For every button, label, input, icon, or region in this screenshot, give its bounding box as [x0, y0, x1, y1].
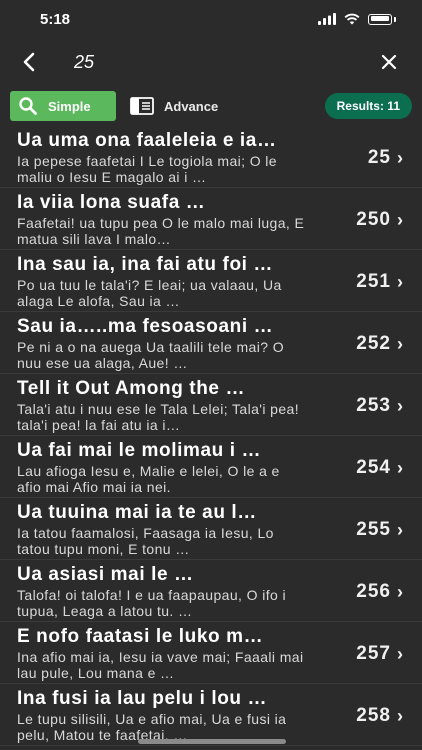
item-title: Ua uma ona faaleleia e ia…	[17, 130, 277, 151]
item-number-group: 257 ›	[334, 643, 404, 665]
list-item[interactable]: Ia viia lona suafa … Faafetai! ua tupu pe…	[0, 188, 422, 250]
chevron-right-icon: ›	[397, 457, 404, 478]
chevron-right-icon: ›	[397, 271, 404, 292]
filter-bar: Simple Advance Results: 11	[0, 88, 422, 124]
results-badge: Results: 11	[324, 93, 412, 119]
search-icon	[19, 97, 37, 115]
search-input[interactable]	[72, 50, 378, 74]
close-icon[interactable]	[378, 51, 400, 73]
item-number-group: 255 ›	[334, 519, 404, 541]
item-number: 251	[356, 271, 391, 292]
item-title: Ua asiasi mai le …	[17, 564, 194, 585]
item-number-group: 253 ›	[334, 395, 404, 417]
item-number: 256	[356, 581, 391, 602]
advance-label: Advance	[164, 98, 219, 114]
results-list: Ua uma ona faaleleia e ia… Ia pepese faaf…	[0, 126, 422, 746]
list-item[interactable]: Ina sau ia, ina fai atu foi … Po ua tuu l…	[0, 250, 422, 312]
battery-tip	[394, 16, 396, 22]
list-item[interactable]: Tell it Out Among the … Tala'i atu i nuu …	[0, 374, 422, 436]
chevron-right-icon: ›	[397, 333, 404, 354]
simple-search-button[interactable]: Simple	[10, 91, 116, 121]
item-number: 253	[356, 395, 391, 416]
item-number-group: 25 ›	[334, 147, 404, 169]
item-preview: Ina afio mai ia, Iesu ia vave mai; Faaal…	[17, 649, 304, 681]
item-number-group: 254 ›	[334, 457, 404, 479]
item-preview: Lau afioga Iesu e, Malie e lelei, O le a…	[17, 463, 280, 495]
item-number-group: 250 ›	[334, 209, 404, 231]
item-preview: Pe ni a o na auega Ua taalili tele mai? …	[17, 339, 284, 371]
item-title: Ua fai mai le molimau i …	[17, 440, 262, 461]
chevron-right-icon: ›	[397, 581, 404, 602]
item-preview: Tala'i atu i nuu ese le Tala Lelei; Tala…	[17, 401, 300, 433]
list-item[interactable]: Ua asiasi mai le … Talofa! oi talofa! I e…	[0, 560, 422, 622]
home-indicator	[138, 739, 286, 744]
simple-label: Simple	[48, 98, 91, 114]
item-number-group: 251 ›	[334, 271, 404, 293]
item-title: Ua tuuina mai ia te au l…	[17, 502, 257, 523]
item-preview: Ia tatou faamalosi, Faasaga ia Iesu, Lo …	[17, 525, 274, 557]
status-bar: 5:18	[0, 0, 422, 38]
chevron-right-icon: ›	[397, 147, 404, 168]
item-number: 257	[356, 643, 391, 664]
list-item[interactable]: E nofo faatasi le luko m… Ina afio mai ia…	[0, 622, 422, 684]
chevron-right-icon: ›	[397, 209, 404, 230]
chevron-right-icon: ›	[397, 395, 404, 416]
item-title: Ia viia lona suafa …	[17, 192, 206, 213]
item-number: 255	[356, 519, 391, 540]
battery-icon	[368, 13, 392, 25]
advance-search-button[interactable]: Advance	[130, 97, 218, 115]
wifi-icon	[344, 13, 360, 25]
status-time: 5:18	[40, 10, 71, 28]
item-number: 254	[356, 457, 391, 478]
list-item[interactable]: Ua fai mai le molimau i … Lau afioga Iesu…	[0, 436, 422, 498]
signal-icon	[318, 13, 336, 25]
item-preview: Ia pepese faafetai I Le togiola mai; O l…	[17, 153, 277, 185]
item-title: Ina fusi ia lau pelu i lou …	[17, 688, 268, 709]
chevron-right-icon: ›	[397, 643, 404, 664]
back-arrow-icon[interactable]	[18, 50, 42, 74]
list-item[interactable]: Ina fusi ia lau pelu i lou … Le tupu sili…	[0, 684, 422, 746]
list-item[interactable]: Ua uma ona faaleleia e ia… Ia pepese faaf…	[0, 126, 422, 188]
item-title: Ina sau ia, ina fai atu foi …	[17, 254, 274, 275]
item-number-group: 258 ›	[334, 705, 404, 727]
search-bar	[0, 38, 422, 86]
advance-icon	[130, 97, 154, 115]
chevron-right-icon: ›	[397, 519, 404, 540]
list-item[interactable]: Ua tuuina mai ia te au l… Ia tatou faamal…	[0, 498, 422, 560]
chevron-right-icon: ›	[397, 705, 404, 726]
item-number: 25	[367, 147, 391, 168]
item-number: 258	[356, 705, 391, 726]
item-title: E nofo faatasi le luko m…	[17, 626, 264, 647]
item-preview: Po ua tuu le tala'i? E leai; ua valaau, …	[17, 277, 282, 309]
item-title: Tell it Out Among the …	[17, 378, 246, 399]
item-preview: Faafetai! ua tupu pea O le malo mai luga…	[17, 215, 305, 247]
status-icons	[318, 13, 396, 25]
item-number-group: 252 ›	[334, 333, 404, 355]
item-preview: Talofa! oi talofa! I e ua faapaupau, O i…	[17, 587, 286, 619]
item-number: 252	[356, 333, 391, 354]
item-number: 250	[356, 209, 391, 230]
list-item[interactable]: Sau ia…..ma fesoasoani … Pe ni a o na aue…	[0, 312, 422, 374]
item-number-group: 256 ›	[334, 581, 404, 603]
item-title: Sau ia…..ma fesoasoani …	[17, 316, 274, 337]
